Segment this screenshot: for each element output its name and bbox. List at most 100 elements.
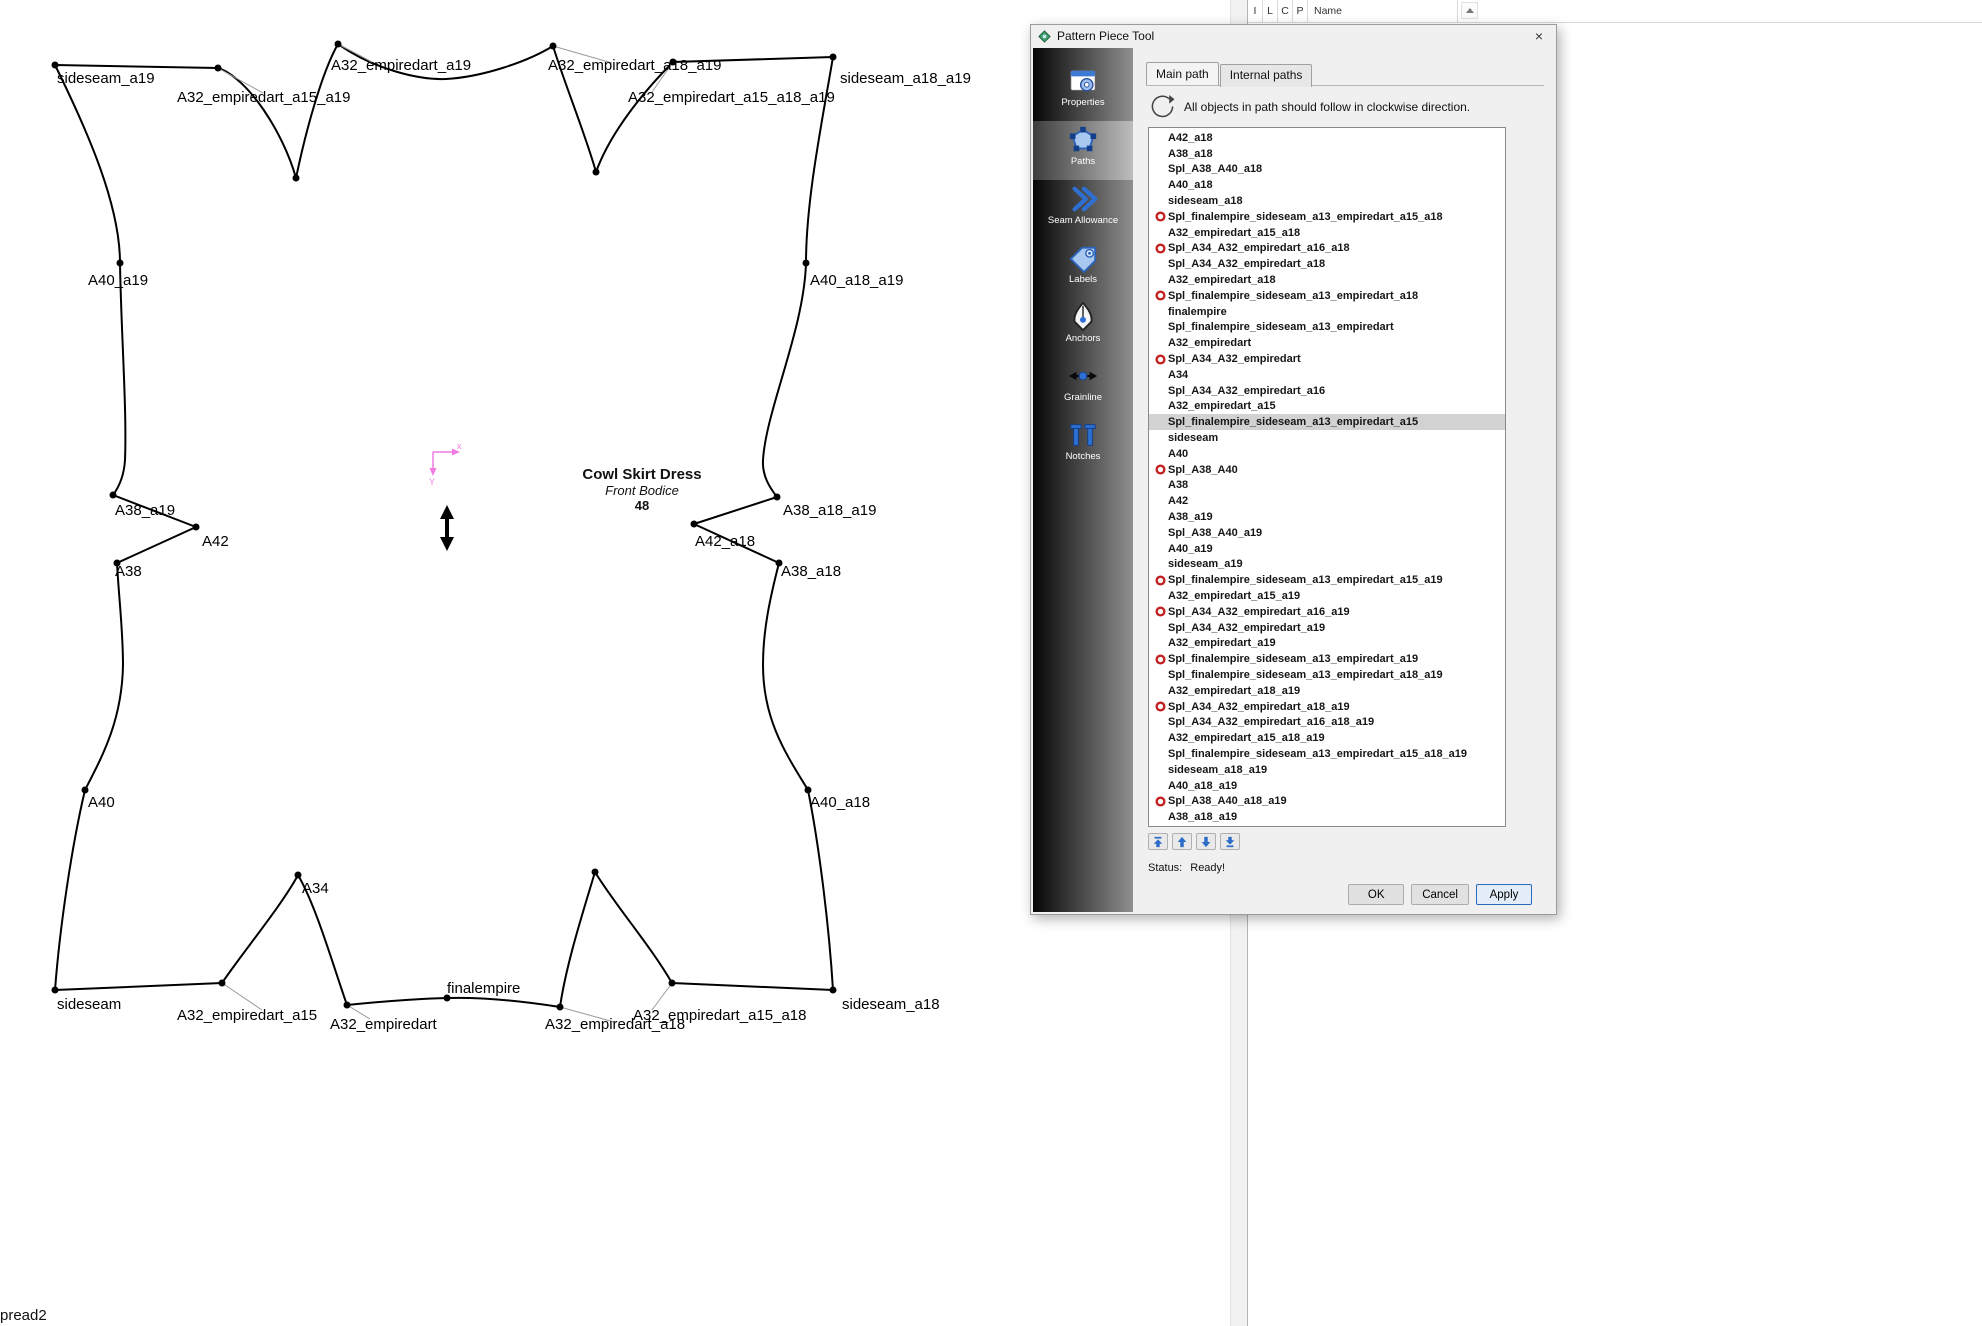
pattern-point[interactable] [691, 521, 698, 528]
path-list-item[interactable]: Spl_finalempire_sideseam_a13_empiredart [1149, 320, 1505, 336]
pattern-point[interactable] [335, 41, 342, 48]
sidebar-item-grainline[interactable]: Grainline [1033, 357, 1133, 416]
up-triangle-icon [1466, 8, 1474, 13]
pattern-point[interactable] [293, 175, 300, 182]
cancel-button[interactable]: Cancel [1411, 884, 1469, 905]
path-list-item[interactable]: Spl_finalempire_sideseam_a13_empiredart_… [1149, 288, 1505, 304]
path-list-item[interactable]: sideseam_a19 [1149, 557, 1505, 573]
pattern-point[interactable] [52, 987, 59, 994]
path-list-item[interactable]: A32_empiredart_a18_a19 [1149, 683, 1505, 699]
pattern-point[interactable] [830, 54, 837, 61]
ok-button[interactable]: OK [1348, 884, 1404, 905]
pattern-point[interactable] [592, 869, 599, 876]
column-header-l[interactable]: L [1263, 0, 1278, 22]
pattern-point[interactable] [344, 1002, 351, 1009]
pattern-point[interactable] [295, 872, 302, 879]
move-down-button[interactable] [1196, 833, 1216, 850]
path-list-item[interactable]: A42_a18 [1149, 130, 1505, 146]
path-list-item[interactable]: A40_a18 [1149, 177, 1505, 193]
path-list-item[interactable]: A38_a18 [1149, 146, 1505, 162]
move-up-button[interactable] [1172, 833, 1192, 850]
sidebar-item-paths[interactable]: Paths [1033, 121, 1133, 180]
path-list-item[interactable]: A38_a18_a19 [1149, 809, 1505, 825]
pattern-piece-outline[interactable] [55, 44, 833, 1007]
close-button[interactable]: × [1524, 26, 1554, 46]
apply-button[interactable]: Apply [1476, 884, 1532, 905]
sheet-tab-label[interactable]: pread2 [0, 1307, 47, 1324]
move-bottom-button[interactable] [1220, 833, 1240, 850]
pattern-point[interactable] [52, 62, 59, 69]
path-list-item[interactable]: A32_empiredart_a19 [1149, 636, 1505, 652]
path-list-item[interactable]: Spl_finalempire_sideseam_a13_empiredart_… [1149, 746, 1505, 762]
path-list-item[interactable]: Spl_finalempire_sideseam_a13_empiredart_… [1149, 572, 1505, 588]
path-list-item[interactable]: finalempire [1149, 304, 1505, 320]
path-list-item[interactable]: A32_empiredart_a15_a18_a19 [1149, 730, 1505, 746]
pattern-point[interactable] [593, 169, 600, 176]
pattern-point[interactable] [550, 43, 557, 50]
path-list-item[interactable]: Spl_finalempire_sideseam_a13_empiredart_… [1149, 667, 1505, 683]
sidebar-item-seam-allowance[interactable]: Seam Allowance [1033, 180, 1133, 239]
pattern-point[interactable] [82, 787, 89, 794]
path-list-item[interactable]: A38_a19 [1149, 509, 1505, 525]
path-list-item[interactable]: A40 [1149, 446, 1505, 462]
pattern-point[interactable] [193, 524, 200, 531]
sidebar-item-anchors[interactable]: Anchors [1033, 298, 1133, 357]
path-list-item[interactable]: A40_a19 [1149, 541, 1505, 557]
path-list-item[interactable]: Spl_A34_A32_empiredart_a16 [1149, 383, 1505, 399]
path-list-item[interactable]: A32_empiredart_a15_a19 [1149, 588, 1505, 604]
point-label-A32_empiredart_a15_a18_a19: A32_empiredart_a15_a18_a19 [628, 89, 835, 106]
column-header-i[interactable]: I [1248, 0, 1263, 22]
path-list-item[interactable]: Spl_A38_A40_a19 [1149, 525, 1505, 541]
path-list-item[interactable]: sideseam [1149, 430, 1505, 446]
pattern-point[interactable] [669, 980, 676, 987]
column-header-name[interactable]: Name [1308, 0, 1458, 22]
path-list-item[interactable]: A34 [1149, 367, 1505, 383]
scroll-up-button[interactable] [1461, 2, 1478, 19]
path-list-item[interactable]: A42 [1149, 493, 1505, 509]
point-label-sideseam_a18: sideseam_a18 [842, 996, 940, 1013]
path-list-item[interactable]: Spl_finalempire_sideseam_a13_empiredart_… [1149, 651, 1505, 667]
pattern-point[interactable] [774, 494, 781, 501]
column-header-p[interactable]: P [1293, 0, 1308, 22]
pattern-point[interactable] [830, 987, 837, 994]
path-list-item[interactable]: Spl_A38_A40_a18 [1149, 162, 1505, 178]
grainline-icon[interactable] [440, 505, 454, 551]
path-list-item[interactable]: A38 [1149, 478, 1505, 494]
path-list-item[interactable]: Spl_finalempire_sideseam_a13_empiredart_… [1149, 209, 1505, 225]
path-list-item[interactable]: Spl_finalempire_sideseam_a13_empiredart_… [1149, 414, 1505, 430]
path-list-item[interactable]: sideseam_a18_a19 [1149, 762, 1505, 778]
pattern-point[interactable] [215, 65, 222, 72]
sidebar-item-properties[interactable]: Properties [1033, 62, 1133, 121]
column-header-c[interactable]: C [1278, 0, 1293, 22]
path-list-item[interactable]: A32_empiredart_a18 [1149, 272, 1505, 288]
pattern-point[interactable] [557, 1004, 564, 1011]
path-list-item[interactable]: Spl_A34_A32_empiredart_a19 [1149, 620, 1505, 636]
path-list-item[interactable]: Spl_A34_A32_empiredart_a16_a18 [1149, 241, 1505, 257]
piece-label-block[interactable]: Cowl Skirt Dress Front Bodice 48 [557, 466, 727, 513]
path-list-item[interactable]: Spl_A34_A32_empiredart_a18 [1149, 256, 1505, 272]
path-list-item[interactable]: sideseam_a18 [1149, 193, 1505, 209]
path-list-item[interactable]: Spl_A34_A32_empiredart [1149, 351, 1505, 367]
pattern-point[interactable] [805, 787, 812, 794]
sidebar-item-notches[interactable]: Notches [1033, 416, 1133, 475]
dialog-titlebar[interactable]: Pattern Piece Tool × [1031, 25, 1556, 47]
path-list-item[interactable]: A32_empiredart_a15 [1149, 399, 1505, 415]
path-list-item[interactable]: Spl_A34_A32_empiredart_a16_a18_a19 [1149, 714, 1505, 730]
path-list-item[interactable]: Spl_A38_A40_a18_a19 [1149, 793, 1505, 809]
sidebar-item-labels[interactable]: Labels [1033, 239, 1133, 298]
pattern-point[interactable] [219, 980, 226, 987]
move-top-button[interactable] [1148, 833, 1168, 850]
path-list-item[interactable]: A40_a18_a19 [1149, 778, 1505, 794]
tab-internal-paths[interactable]: Internal paths [1220, 64, 1313, 87]
point-label-A38_a19: A38_a19 [115, 502, 175, 519]
tab-main-path[interactable]: Main path [1146, 62, 1219, 85]
pattern-point[interactable] [110, 492, 117, 499]
pattern-point[interactable] [803, 260, 810, 267]
path-list-item[interactable]: Spl_A34_A32_empiredart_a16_a19 [1149, 604, 1505, 620]
main-path-list[interactable]: A42_a18A38_a18Spl_A38_A40_a18A40_a18side… [1148, 127, 1506, 827]
path-list-item[interactable]: Spl_A38_A40 [1149, 462, 1505, 478]
pattern-point[interactable] [117, 260, 124, 267]
path-list-item[interactable]: A32_empiredart [1149, 335, 1505, 351]
path-list-item[interactable]: Spl_A34_A32_empiredart_a18_a19 [1149, 699, 1505, 715]
path-list-item[interactable]: A32_empiredart_a15_a18 [1149, 225, 1505, 241]
